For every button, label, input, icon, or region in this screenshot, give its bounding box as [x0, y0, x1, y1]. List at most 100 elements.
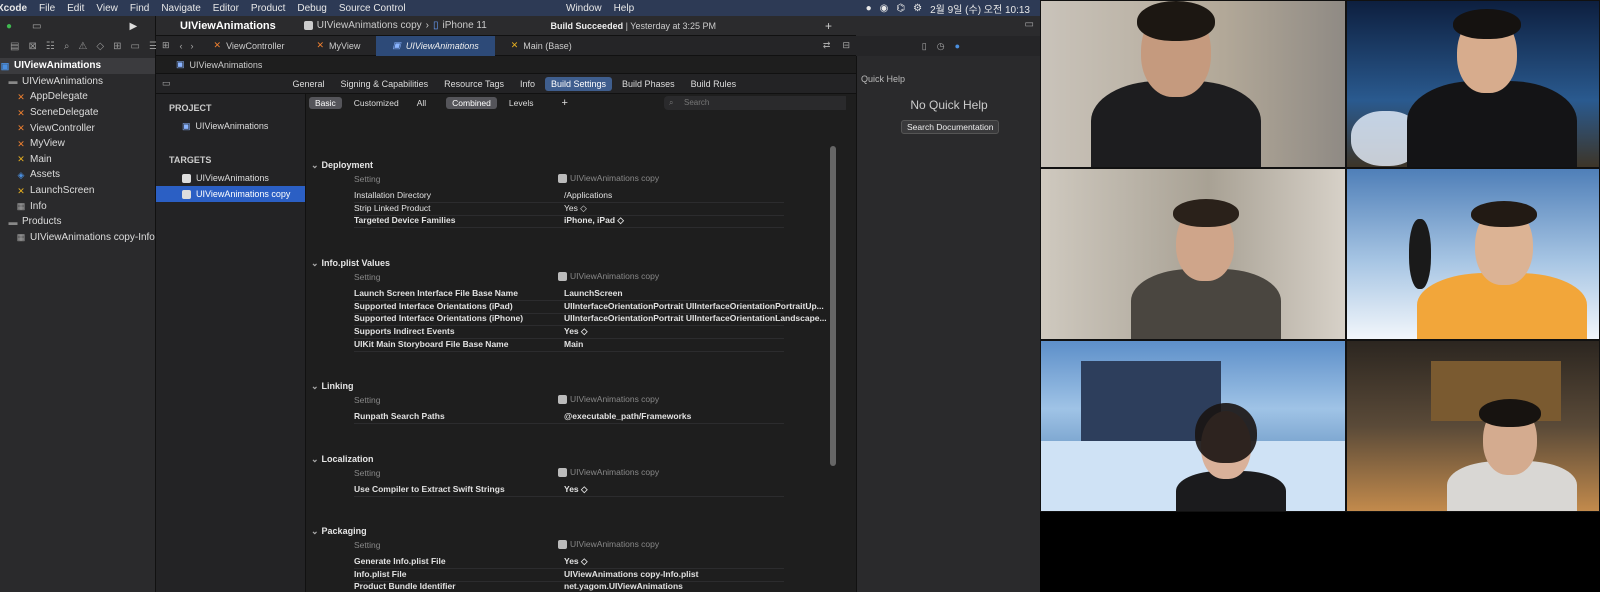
- setting-value[interactable]: LaunchScreen: [564, 288, 834, 298]
- setting-row[interactable]: Supported Interface Orientations (iPhone…: [354, 313, 827, 327]
- setting-row[interactable]: Targeted Device Families iPhone, iPad ◇: [354, 215, 784, 229]
- menu-debug[interactable]: Debug: [291, 3, 332, 14]
- setting-value[interactable]: Yes ◇: [564, 203, 834, 214]
- file-inspector-icon[interactable]: ▯: [922, 41, 927, 52]
- search-documentation-button[interactable]: Search Documentation: [901, 120, 1000, 134]
- tab-build-phases[interactable]: Build Phases: [616, 77, 681, 91]
- sidebar-item-appdelegate[interactable]: ✕ AppDelegate: [0, 89, 155, 105]
- filter-levels[interactable]: Levels: [503, 97, 540, 109]
- video-tile-participant-4[interactable]: [1346, 168, 1600, 340]
- setting-value[interactable]: Yes ◇: [564, 556, 834, 567]
- setting-row[interactable]: UIKit Main Storyboard File Base Name Main: [354, 339, 784, 352]
- issue-nav-icon[interactable]: ⚠: [78, 41, 87, 52]
- sidebar-item-scenedelegate[interactable]: ✕ SceneDelegate: [0, 105, 155, 121]
- setting-value[interactable]: Main: [564, 339, 834, 349]
- video-tile-participant-2[interactable]: [1346, 0, 1600, 168]
- menu-find[interactable]: Find: [124, 3, 155, 14]
- tab-general[interactable]: General: [287, 77, 331, 91]
- play-circle-icon[interactable]: ◉: [880, 3, 889, 14]
- sidebar-item-uiviewanimations-copy-info[interactable]: ▦ UIViewAnimations copy-Info: [0, 230, 155, 246]
- menu-view[interactable]: View: [90, 3, 124, 14]
- section-title-packaging[interactable]: Packaging: [311, 526, 367, 537]
- setting-row[interactable]: Supported Interface Orientations (iPad) U…: [354, 301, 824, 314]
- video-tile-participant-1[interactable]: [1040, 0, 1346, 168]
- debug-nav-icon[interactable]: ⊞: [113, 41, 121, 52]
- window-zoom-icon[interactable]: ●: [6, 21, 12, 32]
- filter-all[interactable]: All: [411, 97, 432, 109]
- tab-info[interactable]: Info: [514, 77, 541, 91]
- sidebar-item-products[interactable]: ▬ Products: [0, 214, 155, 230]
- section-title-localization[interactable]: Localization: [311, 454, 374, 465]
- menu-edit[interactable]: Edit: [61, 3, 90, 14]
- tab-signing[interactable]: Signing & Capabilities: [335, 77, 435, 91]
- section-title-deployment[interactable]: Deployment: [311, 160, 374, 171]
- menu-editor[interactable]: Editor: [207, 3, 245, 14]
- setting-value[interactable]: /Applications: [564, 190, 834, 200]
- setting-value[interactable]: iPhone, iPad ◇: [564, 215, 834, 226]
- menu-navigate[interactable]: Navigate: [155, 3, 206, 14]
- inspector-toggle-icon[interactable]: ▭: [1025, 19, 1034, 30]
- video-tile-participant-5[interactable]: [1040, 340, 1346, 512]
- tab-build-settings[interactable]: Build Settings: [545, 76, 613, 91]
- menu-file[interactable]: File: [33, 3, 61, 14]
- folder-nav-icon[interactable]: ▤: [10, 41, 19, 52]
- sidebar-item-launchscreen[interactable]: ✕ LaunchScreen: [0, 183, 155, 199]
- sidebar-item-myview[interactable]: ✕ MyView: [0, 136, 155, 152]
- sidebar-item-assets[interactable]: ◈ Assets: [0, 167, 155, 183]
- filter-basic[interactable]: Basic: [309, 97, 342, 109]
- run-icon[interactable]: ▶: [130, 21, 138, 32]
- sidebar-item-uiviewanimations[interactable]: ▬ UIViewAnimations: [0, 74, 155, 90]
- grid-icon[interactable]: ⊞: [156, 40, 176, 51]
- scheme-selector[interactable]: UIViewAnimations copy › ▯ iPhone 11: [303, 20, 487, 31]
- setting-row[interactable]: Product Bundle Identifier net.yagom.UIVie…: [354, 581, 784, 592]
- settings-search-input[interactable]: ⌕ Search: [664, 96, 846, 110]
- project-item[interactable]: ▣ UIViewAnimations: [156, 118, 305, 134]
- setting-value[interactable]: UIViewAnimations copy-Info.plist: [564, 569, 834, 579]
- setting-row[interactable]: Info.plist File UIViewAnimations copy-Inf…: [354, 569, 784, 582]
- menu-help[interactable]: Help: [608, 3, 641, 14]
- tab-main-base[interactable]: ✕ Main (Base): [495, 36, 588, 56]
- wifi-icon[interactable]: ⌬: [896, 3, 905, 14]
- tab-uiviewanimations[interactable]: ▣ UIViewAnimations: [376, 35, 495, 56]
- sidebar-toggle-icon[interactable]: ▭: [32, 21, 41, 32]
- clock[interactable]: 2월 9일 (수) 오전 10:13: [930, 1, 1030, 16]
- menu-window[interactable]: Window: [560, 3, 608, 14]
- find-nav-icon[interactable]: ⌕: [64, 41, 70, 52]
- record-dot-icon[interactable]: ●: [866, 3, 872, 14]
- back-icon[interactable]: ‹: [176, 41, 187, 51]
- setting-row[interactable]: Runpath Search Paths @executable_path/Fra…: [354, 411, 784, 424]
- split-editor-icon[interactable]: ⊟: [836, 40, 856, 51]
- hide-targets-icon[interactable]: ▭: [162, 78, 171, 89]
- add-library-button[interactable]: +: [825, 19, 832, 33]
- forward-icon[interactable]: ›: [187, 41, 198, 51]
- setting-value[interactable]: UIInterfaceOrientationPortrait UIInterfa…: [564, 313, 834, 323]
- target-item[interactable]: UIViewAnimations: [156, 170, 305, 186]
- setting-value[interactable]: UIInterfaceOrientationPortrait UIInterfa…: [564, 301, 834, 311]
- symbol-nav-icon[interactable]: ☷: [46, 41, 55, 52]
- related-items-icon[interactable]: ⇄: [817, 40, 837, 51]
- scrollbar[interactable]: [830, 146, 836, 466]
- setting-value[interactable]: Yes ◇: [564, 484, 834, 495]
- source-control-nav-icon[interactable]: ⊠: [28, 41, 36, 52]
- tab-viewcontroller[interactable]: ✕ ViewController: [198, 36, 301, 56]
- filter-combined[interactable]: Combined: [446, 97, 497, 109]
- sidebar-item-main[interactable]: ✕ Main: [0, 152, 155, 168]
- tab-build-rules[interactable]: Build Rules: [685, 77, 743, 91]
- history-inspector-icon[interactable]: ◷: [937, 41, 945, 52]
- video-tile-participant-3[interactable]: [1040, 168, 1346, 340]
- video-tile-participant-6[interactable]: [1346, 340, 1600, 512]
- sidebar-item-uiviewanimations[interactable]: ▣ UIViewAnimations: [0, 58, 155, 74]
- control-center-icon[interactable]: ⚙: [913, 3, 922, 14]
- setting-row[interactable]: Supports Indirect Events Yes ◇: [354, 326, 784, 340]
- breadcrumb-project[interactable]: UIViewAnimations: [190, 60, 263, 70]
- setting-row[interactable]: Strip Linked Product Yes ◇: [354, 203, 784, 216]
- test-nav-icon[interactable]: ◇: [96, 41, 104, 52]
- target-item-selected[interactable]: UIViewAnimations copy: [156, 186, 305, 202]
- setting-value[interactable]: @executable_path/Frameworks: [564, 411, 834, 421]
- setting-row[interactable]: Launch Screen Interface File Base Name La…: [354, 288, 784, 301]
- menu-source-control[interactable]: Source Control: [333, 3, 412, 14]
- quick-help-icon[interactable]: ●: [955, 41, 960, 51]
- menu-app-name[interactable]: Xcode: [0, 3, 33, 14]
- menu-product[interactable]: Product: [245, 3, 291, 14]
- section-title-info-plist-values[interactable]: Info.plist Values: [311, 258, 391, 269]
